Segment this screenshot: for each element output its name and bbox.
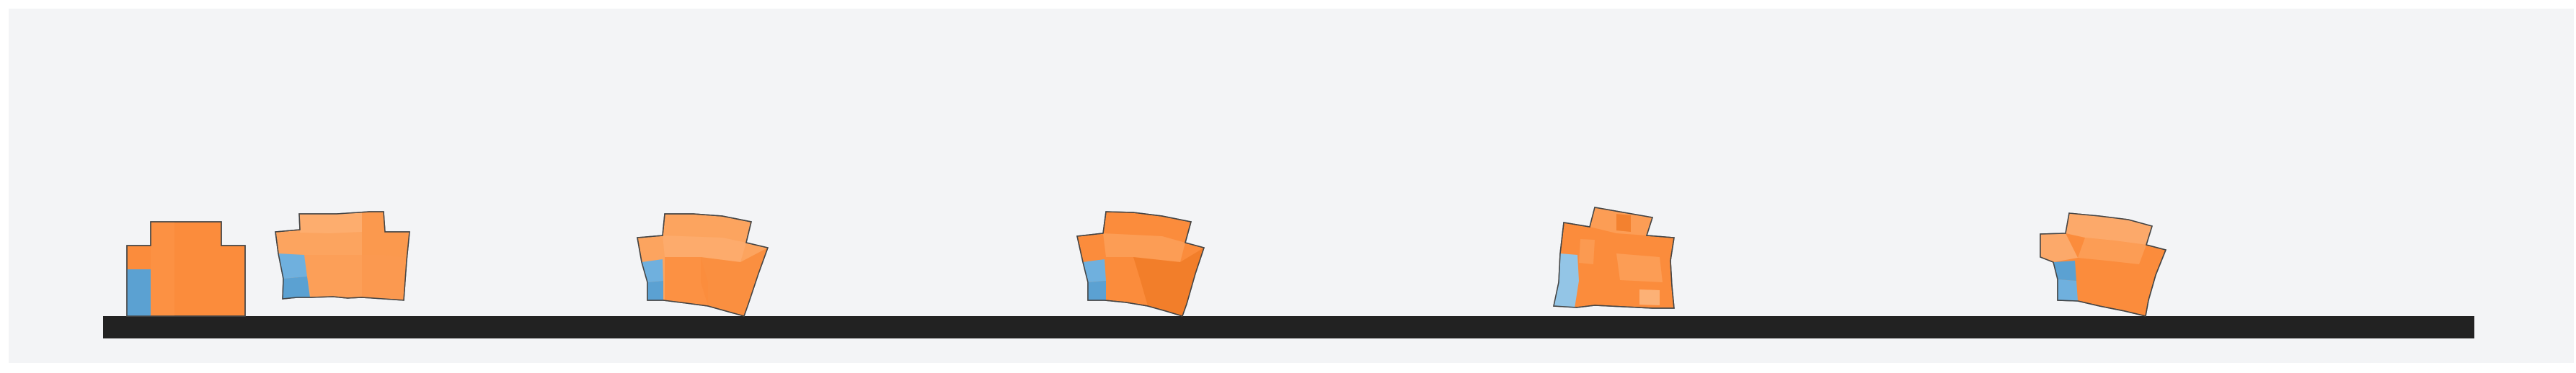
warped-block-5[interactable] (1553, 207, 1675, 309)
warped-block-2[interactable] (275, 211, 410, 301)
game-canvas[interactable] (9, 9, 2574, 363)
ground-platform (103, 316, 2474, 338)
warped-block-6[interactable] (2040, 212, 2167, 317)
warped-block-4[interactable] (1076, 211, 1205, 317)
physics-scene (103, 207, 2474, 338)
block-structure-1[interactable] (126, 221, 246, 317)
warped-block-3[interactable] (637, 213, 769, 317)
